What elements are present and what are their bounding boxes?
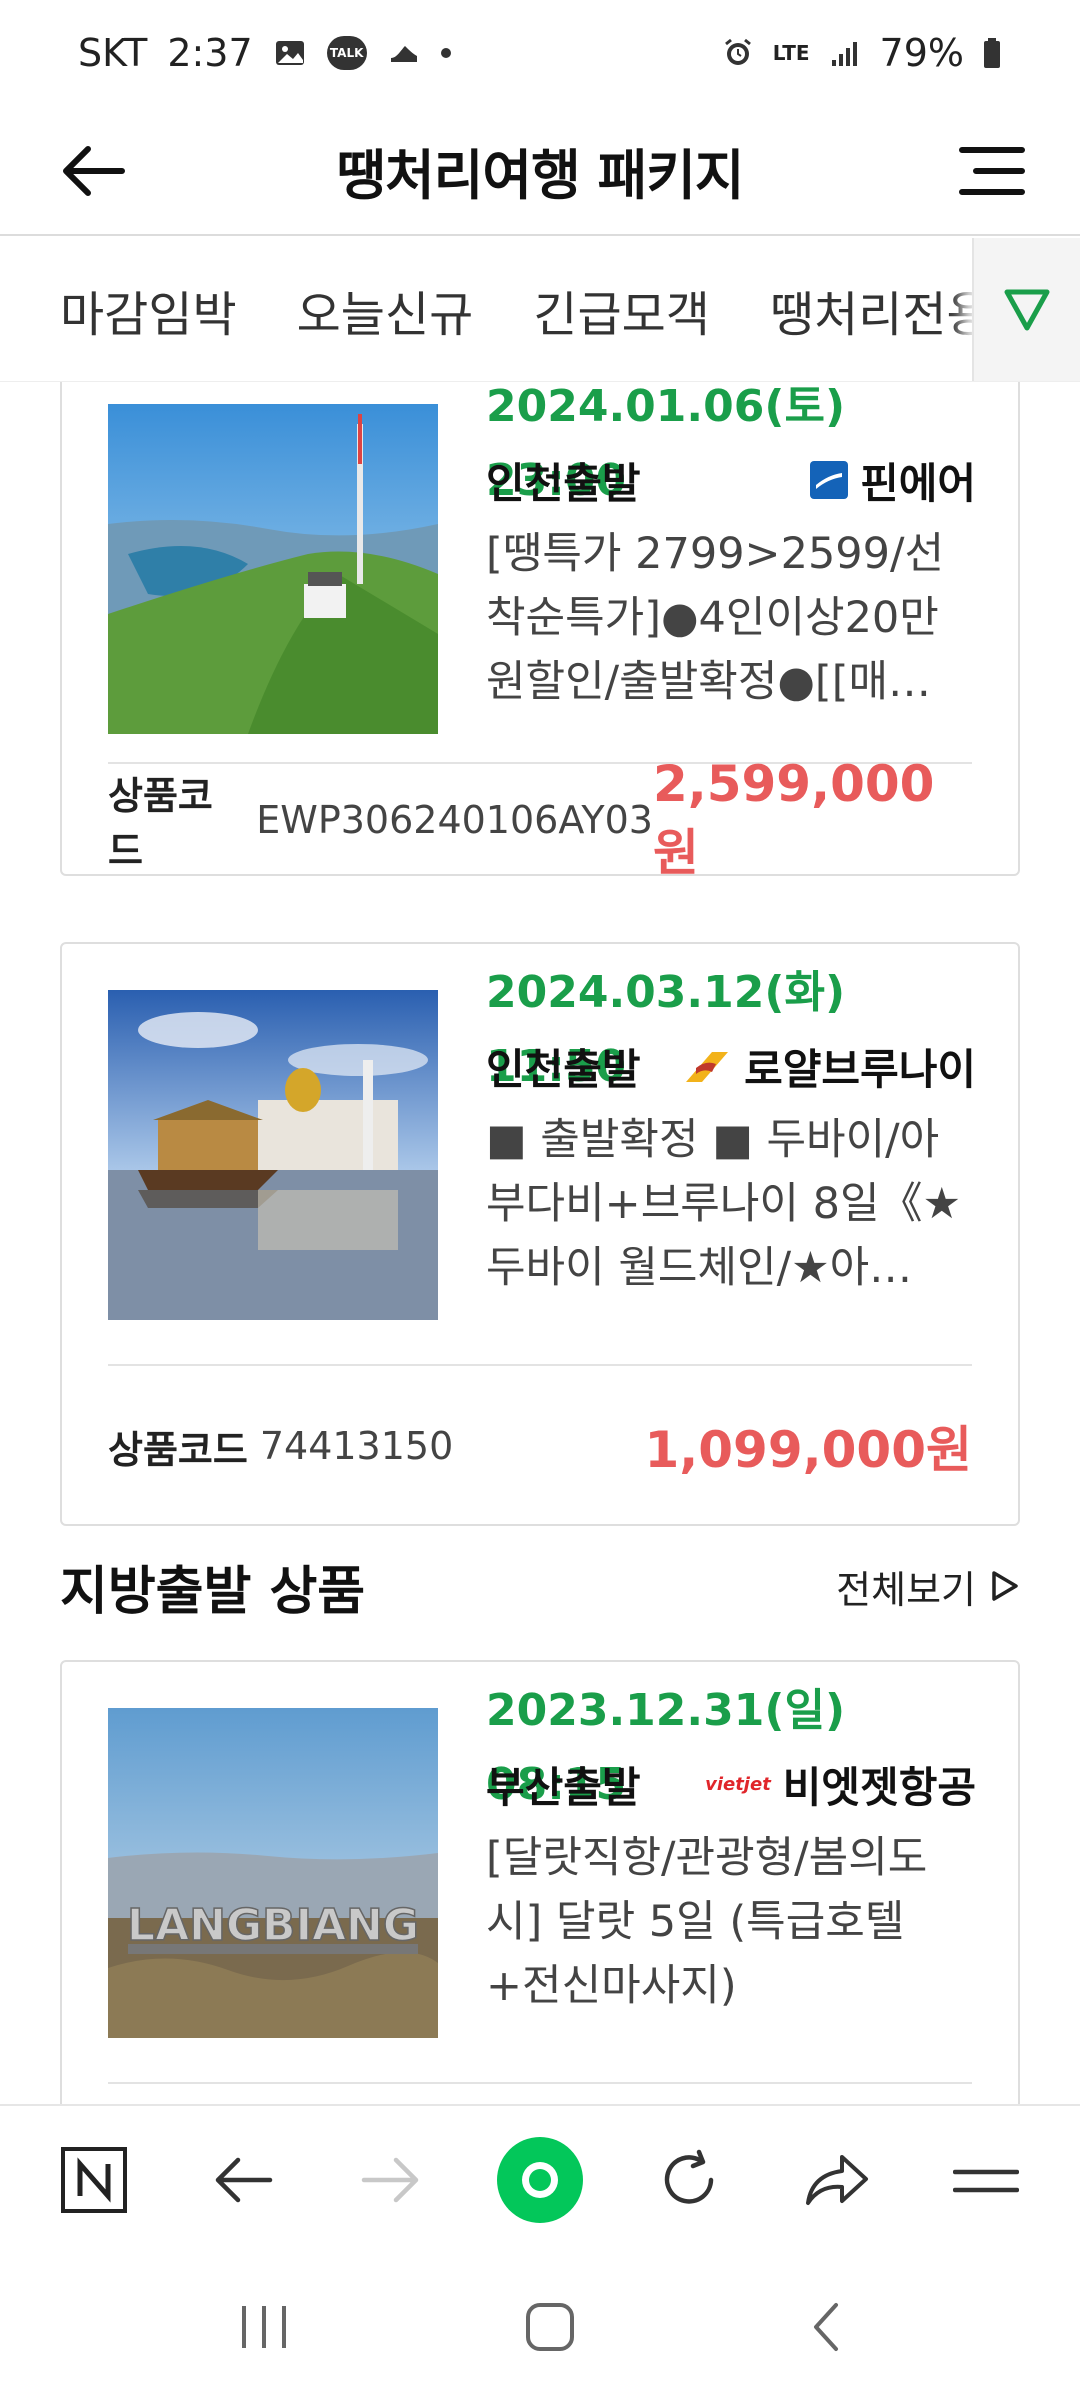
product-code: EWP306240106AY03 <box>256 798 653 842</box>
system-nav-bar <box>0 2254 1080 2400</box>
tab-today-new[interactable]: 오늘신규 <box>297 275 474 345</box>
forward-arrow-icon <box>362 2157 419 2203</box>
alarm-icon <box>724 38 751 65</box>
shoe-icon <box>390 46 417 62</box>
back-arrow-icon[interactable] <box>58 140 128 202</box>
regional-section-header: 지방출발 상품 전체보기 <box>60 1546 1020 1626</box>
triangle-down-icon <box>1004 289 1050 331</box>
product-code-label: 상품코드 <box>108 1427 248 1472</box>
product-description: ■ 출발확정 ■ 두바이/아부다비+브루나이 8일《★두바이 월드체인/★아… <box>486 1115 962 1293</box>
product-image-langbiang: LANGBIANG <box>108 1708 438 2038</box>
langbiang-sign-text: LANGBIANG <box>127 1900 419 1951</box>
menu-icon <box>952 2169 1019 2193</box>
recent-apps-icon[interactable] <box>234 2302 294 2352</box>
browser-forward-button[interactable] <box>346 2135 436 2225</box>
category-tabs: 마감임박 오늘신규 긴급모객 땡처리전용 <box>0 238 1080 382</box>
airline-name: 핀에어 <box>860 458 976 508</box>
tab-exclusive[interactable]: 땡처리전용 <box>770 275 991 345</box>
royal-brunei-logo-icon <box>686 1052 729 1082</box>
app-header: 땡처리여행 패키지 <box>0 106 1080 236</box>
carrier-label: SKT <box>78 31 148 75</box>
product-price: 2,599,000원 <box>652 755 935 882</box>
system-back-icon[interactable] <box>806 2299 846 2355</box>
green-dot-button[interactable] <box>495 2135 585 2225</box>
tab-urgent[interactable]: 긴급모객 <box>533 275 710 345</box>
tab-deadline[interactable]: 마감임박 <box>60 275 237 345</box>
view-all-link[interactable]: 전체보기 <box>836 1559 1020 1614</box>
refresh-button[interactable] <box>644 2135 734 2225</box>
view-all-label: 전체보기 <box>836 1567 976 1612</box>
departure-city: 인천출발 <box>486 1044 641 1094</box>
browser-toolbar <box>0 2104 1080 2254</box>
product-card[interactable]: 2024.01.06(토) 23:00 인천출발 핀에어 [땡특가 2799>2… <box>60 382 1020 882</box>
finnair-logo-icon <box>810 461 849 499</box>
departure-city: 인천출발 <box>486 458 641 508</box>
tab-expand-button[interactable] <box>972 238 1080 381</box>
green-dot-icon <box>496 2137 583 2223</box>
battery-percent: 79% <box>879 31 964 75</box>
departure-city: 부산출발 <box>486 1762 641 1812</box>
menu-icon[interactable] <box>956 140 1028 202</box>
page-title: 땡처리여행 패키지 <box>336 143 744 207</box>
naver-home-button[interactable] <box>49 2135 139 2225</box>
departure-datetime: 2024.03.12(화) 11:50 <box>486 967 846 1092</box>
airline-name: 로얄브루나이 <box>744 1044 976 1094</box>
kakaotalk-icon: TALK <box>326 36 367 70</box>
product-code: 74413150 <box>259 1424 454 1468</box>
browser-back-button[interactable] <box>198 2135 288 2225</box>
product-card[interactable]: 2024.03.12(화) 11:50 인천출발 로얄브루나이 ■ 출발확정 ■… <box>60 942 1020 1526</box>
home-icon[interactable] <box>522 2299 578 2355</box>
divider <box>108 2082 972 2084</box>
departure-datetime: 2023.12.31(일) 08:15 <box>486 1685 846 1810</box>
product-list: 2024.01.06(토) 23:00 인천출발 핀에어 [땡특가 2799>2… <box>0 382 1080 2104</box>
product-code-label: 상품코드 <box>108 774 213 873</box>
product-image-rigi <box>108 404 438 734</box>
network-type: LTE <box>772 41 810 65</box>
product-description: [땡특가 2799>2599/선착순특가]●4인이상20만원할인/출발확정●[[… <box>486 529 945 707</box>
product-price: 1,099,000원 <box>644 1421 972 1479</box>
share-icon <box>806 2155 869 2205</box>
product-image-brunei-mosque <box>108 990 438 1320</box>
naver-n-icon <box>61 2147 128 2213</box>
vietjet-logo-icon: vietjet <box>705 1773 771 1795</box>
notification-dot <box>440 48 451 58</box>
signal-icon <box>831 42 857 66</box>
status-bar: SKT 2:37 TALK LTE 79% <box>0 0 1080 106</box>
product-description: [달랏직항/관광형/봄의도시] 달랏 5일 (특급호텔+전신마사지) <box>486 1833 928 2011</box>
clock: 2:37 <box>167 31 253 75</box>
product-card[interactable]: LANGBIANG 2023.12.31(일) 08:15 부산출발 vietj… <box>60 1660 1020 2104</box>
back-arrow-icon <box>215 2157 273 2203</box>
browser-menu-button[interactable] <box>941 2135 1031 2225</box>
triangle-right-icon <box>992 1571 1018 1601</box>
airline-name: 비엣젯항공 <box>782 1762 976 1812</box>
share-button[interactable] <box>792 2135 882 2225</box>
departure-datetime: 2024.01.06(토) 23:00 <box>486 382 846 506</box>
section-title: 지방출발 상품 <box>60 1561 366 1622</box>
refresh-icon <box>664 2149 713 2204</box>
gallery-icon <box>275 41 304 65</box>
battery-icon <box>984 38 1000 68</box>
